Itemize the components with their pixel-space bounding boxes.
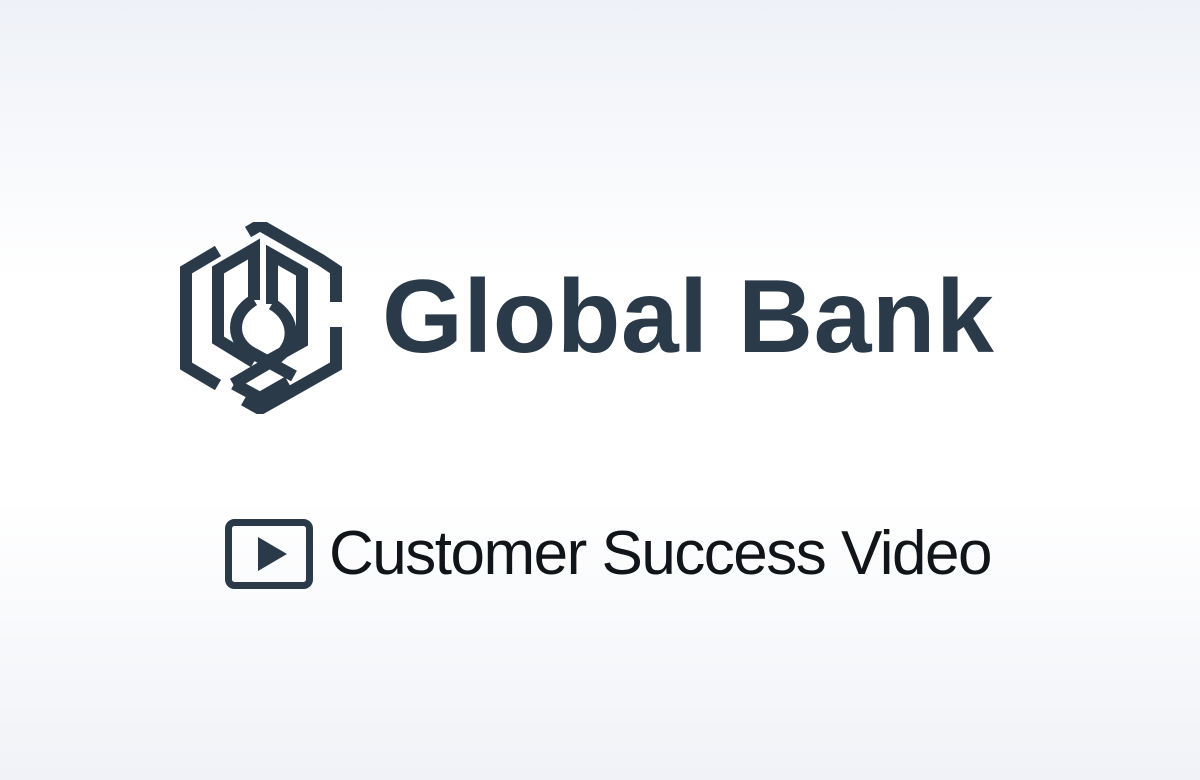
video-caption[interactable]: Customer Success Video	[225, 516, 1005, 592]
video-play-icon[interactable]	[225, 519, 313, 589]
brand-name: Global Bank	[382, 259, 995, 375]
video-title: Customer Success Video	[329, 519, 992, 588]
video-thumbnail[interactable]: Global Bank Customer Success Video	[0, 0, 1200, 780]
brand-lockup: Global Bank	[176, 222, 1036, 414]
hexagon-knot-logo-icon	[180, 222, 342, 414]
